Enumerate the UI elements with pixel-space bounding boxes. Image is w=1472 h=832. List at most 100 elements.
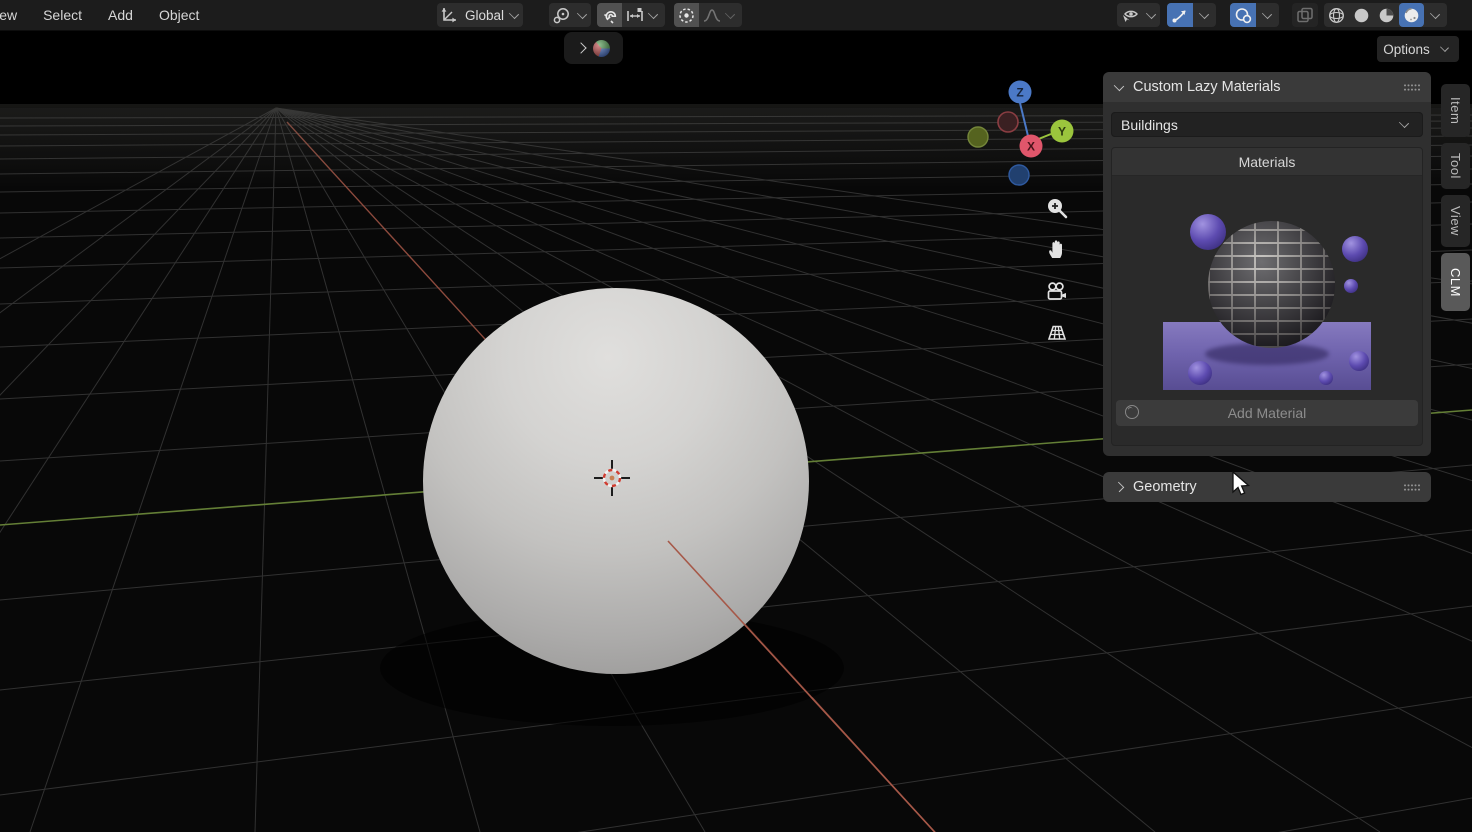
category-dropdown[interactable]: Buildings	[1111, 112, 1423, 137]
proportional-falloff-dropdown[interactable]	[699, 3, 742, 27]
proportional-editing-controls	[674, 3, 742, 27]
materials-box-header: Materials	[1112, 148, 1422, 176]
pan-hand-icon[interactable]	[1045, 237, 1069, 261]
grid-perspective-icon[interactable]	[1045, 319, 1069, 343]
proportional-editing-icon	[677, 6, 696, 25]
sidebar-tab-clm[interactable]: CLM	[1441, 253, 1470, 311]
snap-target-dropdown[interactable]	[622, 3, 665, 27]
svg-text:X: X	[1027, 140, 1035, 154]
preview-purple-sphere	[1349, 351, 1369, 371]
geometry-panel-header[interactable]: Geometry	[1103, 472, 1431, 502]
panel-grip-icon[interactable]	[1403, 483, 1421, 492]
chevron-down-icon	[725, 8, 735, 18]
pivot-point-icon	[552, 6, 571, 25]
orientation-value: Global	[465, 8, 504, 23]
collapsed-header-pill[interactable]	[564, 32, 623, 64]
clm-panel-title: Custom Lazy Materials	[1133, 79, 1280, 95]
panel-expanded-chevron-icon	[1114, 80, 1124, 90]
viewport-shading-controls	[1324, 3, 1447, 27]
shading-material-button[interactable]	[1374, 3, 1399, 27]
mesh-sphere-icon	[593, 40, 610, 57]
menu-add[interactable]: Add	[95, 0, 146, 30]
proportional-editing-toggle[interactable]	[674, 3, 699, 27]
shading-solid-icon	[1352, 6, 1371, 25]
options-button[interactable]: Options	[1377, 36, 1459, 62]
options-label: Options	[1383, 42, 1430, 57]
add-material-button[interactable]: Add Material	[1116, 400, 1418, 426]
snap-target-icon	[625, 6, 645, 25]
menu-select[interactable]: Select	[30, 0, 95, 30]
shading-wireframe-button[interactable]	[1324, 3, 1349, 27]
svg-text:Z: Z	[1016, 86, 1023, 100]
category-value: Buildings	[1121, 117, 1178, 133]
shading-rendered-icon	[1402, 6, 1421, 25]
3d-cursor	[594, 460, 630, 496]
gizmo-dropdown[interactable]	[1193, 3, 1216, 27]
camera-view-icon[interactable]	[1045, 279, 1069, 303]
chevron-down-icon	[1440, 43, 1449, 52]
shading-dropdown[interactable]	[1424, 3, 1447, 27]
menu-object[interactable]: Object	[146, 0, 212, 30]
pivot-point-dropdown[interactable]	[549, 3, 591, 27]
preview-purple-sphere	[1319, 371, 1333, 385]
preview-purple-sphere	[1342, 236, 1368, 262]
materials-box: Materials Add Material	[1111, 147, 1423, 446]
chevron-down-icon	[1430, 8, 1440, 18]
proportional-falloff-icon	[702, 6, 722, 25]
materials-header-label: Materials	[1239, 154, 1296, 170]
snap-magnet-icon	[600, 6, 619, 25]
shading-rendered-button[interactable]	[1399, 3, 1424, 27]
show-gizmo-icon	[1170, 6, 1190, 25]
chevron-down-icon	[509, 8, 519, 18]
sidebar-tab-tool[interactable]: Tool	[1441, 143, 1470, 189]
chevron-down-icon	[1146, 8, 1156, 18]
viewport-header: View Select Add Object Global	[0, 0, 1472, 31]
chevron-down-icon	[577, 8, 587, 18]
gizmo-axis-neg-x	[998, 112, 1018, 132]
material-preview-image	[1163, 185, 1371, 390]
menu-view[interactable]: View	[0, 0, 30, 30]
show-gizmo-controls	[1167, 3, 1216, 27]
xray-toggle[interactable]	[1292, 3, 1318, 27]
geometry-panel-title: Geometry	[1133, 479, 1197, 495]
chevron-down-icon	[1262, 8, 1272, 18]
chevron-down-icon	[1399, 118, 1409, 128]
transform-orientation-icon	[440, 6, 458, 24]
xray-toggle-icon	[1295, 6, 1315, 25]
gizmo-axis-neg-y	[968, 127, 988, 147]
shading-solid-button[interactable]	[1349, 3, 1374, 27]
svg-text:Y: Y	[1058, 125, 1066, 139]
sidebar-tab-view[interactable]: View	[1441, 195, 1470, 247]
show-gizmo-toggle[interactable]	[1167, 3, 1193, 27]
show-overlays-icon	[1233, 6, 1253, 25]
clm-panel: Custom Lazy Materials Buildings Material…	[1103, 72, 1431, 456]
preview-brick-sphere	[1208, 221, 1335, 348]
preview-purple-sphere	[1344, 279, 1358, 293]
panel-grip-icon[interactable]	[1403, 83, 1421, 92]
show-overlays-toggle[interactable]	[1230, 3, 1256, 27]
menubar: View Select Add Object	[0, 0, 212, 30]
gizmo-axis-neg-z	[1009, 165, 1029, 185]
snap-toggle[interactable]	[597, 3, 622, 27]
panel-collapsed-chevron-icon	[1114, 482, 1124, 492]
sidebar-tab-item[interactable]: Item	[1441, 84, 1470, 137]
mouse-cursor	[1232, 471, 1252, 499]
clm-panel-body: Buildings Materials Add Material	[1103, 102, 1431, 456]
material-sphere-icon	[1125, 405, 1139, 419]
chevron-down-icon	[648, 8, 658, 18]
object-visibility-icon	[1120, 6, 1140, 25]
zoom-icon[interactable]	[1045, 196, 1069, 220]
clm-panel-header[interactable]: Custom Lazy Materials	[1103, 72, 1431, 102]
transform-orientation-dropdown[interactable]: Global	[437, 3, 523, 27]
shading-material-icon	[1377, 6, 1396, 25]
add-material-label: Add Material	[1228, 405, 1307, 421]
show-overlays-controls	[1230, 3, 1279, 27]
chevron-down-icon	[1199, 8, 1209, 18]
preview-purple-sphere	[1188, 361, 1212, 385]
snapping-controls	[597, 3, 665, 27]
navigation-gizmo[interactable]: Z Y X	[960, 78, 1078, 190]
expand-chevron-icon	[575, 42, 586, 53]
object-visibility-dropdown[interactable]	[1117, 3, 1160, 27]
shading-wireframe-icon	[1327, 6, 1346, 25]
overlays-dropdown[interactable]	[1256, 3, 1279, 27]
